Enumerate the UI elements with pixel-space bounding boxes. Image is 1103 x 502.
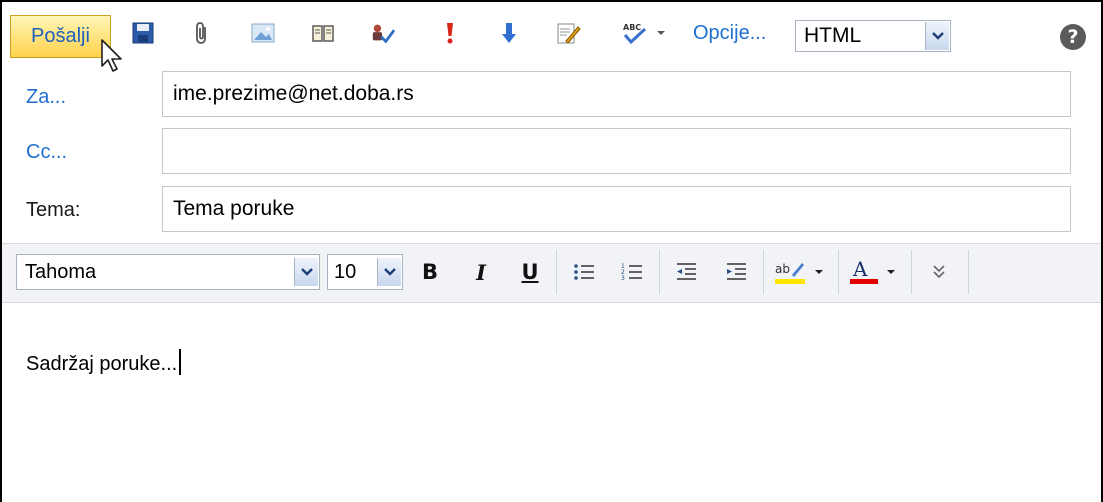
underline-button[interactable]: U: [516, 257, 544, 287]
save-icon[interactable]: [130, 20, 156, 46]
toolbar-separator: [556, 250, 557, 294]
format-select[interactable]: HTML: [795, 20, 951, 52]
to-field-value: ime.prezime@net.doba.rs: [173, 82, 414, 105]
cc-label[interactable]: Cc...: [26, 141, 67, 164]
help-icon[interactable]: ?: [1060, 24, 1086, 50]
toolbar-separator: [911, 250, 912, 294]
spelling-icon[interactable]: ABC: [620, 20, 650, 46]
insert-image-icon[interactable]: [250, 20, 276, 46]
message-body-text[interactable]: Sadržaj poruke...: [26, 349, 182, 376]
subject-label: Tema:: [26, 199, 81, 221]
font-size-value: 10: [334, 260, 357, 283]
chevron-down-icon: [377, 258, 401, 286]
highlight-color-icon[interactable]: ab: [773, 257, 807, 287]
send-label: Pošalji: [31, 25, 90, 47]
options-link[interactable]: Opcije...: [693, 22, 766, 45]
chevron-down-icon: [925, 22, 949, 50]
svg-text:ABC: ABC: [623, 23, 641, 32]
spelling-dropdown-icon[interactable]: [654, 20, 668, 46]
toolbar-separator: [763, 250, 764, 294]
toolbar-separator: [838, 250, 839, 294]
message-body-value: Sadržaj poruke...: [26, 353, 178, 375]
subject-field[interactable]: Tema poruke: [162, 186, 1071, 232]
font-family-select[interactable]: Tahoma: [16, 254, 320, 290]
svg-text:3: 3: [621, 275, 625, 282]
check-names-icon[interactable]: [370, 20, 396, 46]
subject-field-value: Tema poruke: [173, 197, 295, 220]
importance-low-icon[interactable]: [496, 20, 522, 46]
italic-button[interactable]: I: [467, 257, 495, 287]
message-body-editor[interactable]: [2, 304, 1101, 502]
font-size-select[interactable]: 10: [327, 254, 403, 290]
toolbar-separator: [968, 250, 969, 294]
chevron-down-icon: [294, 258, 318, 286]
to-field[interactable]: ime.prezime@net.doba.rs: [162, 71, 1071, 117]
decrease-indent-icon[interactable]: [672, 257, 700, 287]
help-label: ?: [1067, 26, 1079, 48]
numbered-list-icon[interactable]: 123: [618, 257, 646, 287]
send-button[interactable]: Pošalji: [10, 15, 111, 58]
svg-text:A: A: [852, 258, 868, 281]
mouse-pointer-icon: [100, 38, 126, 79]
bold-button[interactable]: B: [416, 257, 444, 287]
highlight-glyph: ab: [775, 262, 790, 276]
attach-icon[interactable]: [189, 20, 215, 46]
to-label[interactable]: Za...: [26, 86, 66, 109]
font-family-value: Tahoma: [25, 260, 97, 283]
more-options-icon[interactable]: [925, 257, 953, 287]
text-caret: [179, 349, 182, 375]
font-color-dropdown-icon[interactable]: [884, 257, 898, 287]
bullet-list-icon[interactable]: [570, 257, 598, 287]
cc-field[interactable]: [162, 128, 1071, 174]
increase-indent-icon[interactable]: [722, 257, 750, 287]
font-color-icon[interactable]: A: [848, 257, 880, 287]
format-select-value: HTML: [804, 24, 862, 47]
highlight-dropdown-icon[interactable]: [812, 257, 826, 287]
address-book-icon[interactable]: [310, 20, 336, 46]
toolbar-separator: [659, 250, 660, 294]
importance-high-icon[interactable]: [437, 20, 463, 46]
signature-icon[interactable]: [556, 20, 582, 46]
